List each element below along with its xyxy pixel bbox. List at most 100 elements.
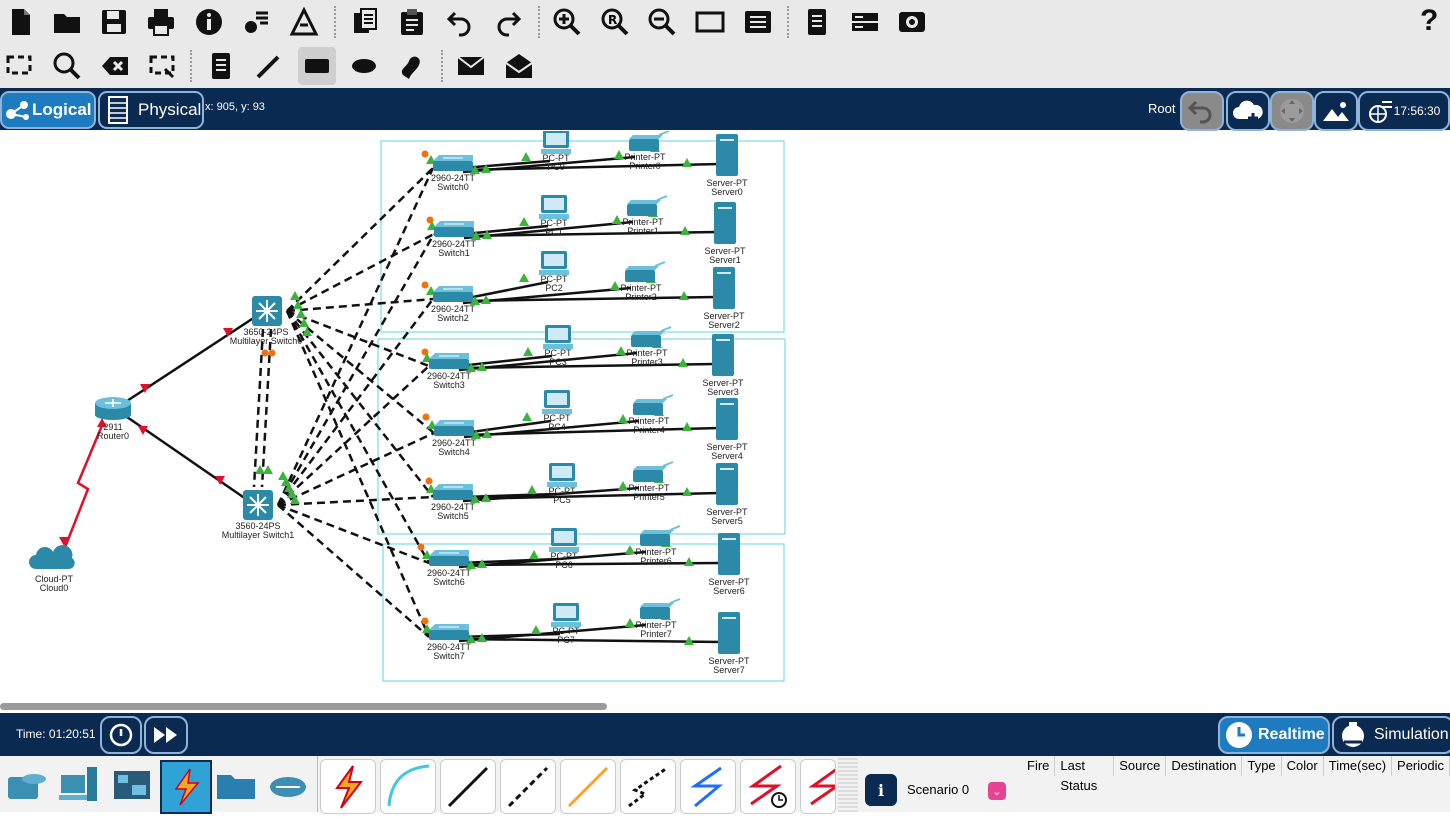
draw-rectangle-icon[interactable] [298, 47, 336, 85]
pc-icon[interactable] [551, 603, 581, 627]
save-icon[interactable] [95, 3, 133, 41]
pdu-col-last-status[interactable]: Last Status [1055, 756, 1115, 793]
switch-icon[interactable] [429, 353, 469, 369]
activity-wizard-icon[interactable] [285, 3, 323, 41]
miscellaneous-icon[interactable] [212, 760, 260, 810]
scenario-dropdown-icon[interactable]: ⌄ [988, 782, 1006, 800]
crossover-link[interactable] [276, 233, 436, 506]
switch-icon[interactable] [429, 624, 469, 640]
crossover-link[interactable] [286, 297, 434, 313]
pc-icon[interactable] [547, 463, 577, 487]
inspect-icon[interactable] [48, 47, 86, 85]
crossover-link[interactable] [286, 310, 435, 434]
serial-dte-icon[interactable] [800, 759, 836, 814]
pc-icon[interactable] [543, 325, 573, 349]
server-icon[interactable] [712, 334, 734, 376]
phone-cable-icon[interactable] [620, 759, 676, 814]
zoom-in-icon[interactable] [548, 3, 586, 41]
network-info-icon[interactable] [238, 3, 276, 41]
straight-link[interactable] [458, 637, 722, 644]
new-cluster-button[interactable] [1226, 91, 1270, 131]
undo-icon[interactable] [441, 3, 479, 41]
network-devices-icon[interactable] [2, 760, 50, 810]
select-icon[interactable] [0, 47, 38, 85]
connections-icon[interactable] [160, 760, 212, 814]
pc-icon[interactable] [549, 528, 579, 552]
printer-icon[interactable] [640, 598, 681, 619]
pdu-col-source[interactable]: Source [1114, 756, 1167, 776]
crossover-link[interactable] [277, 495, 434, 507]
pc-icon[interactable] [539, 195, 569, 219]
freeform-icon[interactable] [393, 47, 431, 85]
scenario-select[interactable]: Scenario 0 [907, 782, 969, 797]
open-folder-icon[interactable] [48, 3, 86, 41]
printer-icon[interactable] [633, 394, 674, 415]
bar-splitter[interactable] [838, 756, 858, 812]
copper-straight-through-icon[interactable] [440, 759, 496, 814]
draw-ellipse-icon[interactable] [345, 47, 383, 85]
switch-icon[interactable] [434, 420, 474, 436]
crossover-link[interactable] [285, 310, 431, 564]
copy-icon[interactable] [346, 3, 384, 41]
pdu-col-color[interactable]: Color [1282, 756, 1324, 776]
list-view-icon[interactable] [739, 3, 777, 41]
pdu-col-time[interactable]: Time(sec) [1324, 756, 1393, 776]
power-cycle-button[interactable] [100, 716, 142, 754]
simulation-button[interactable]: Simulation [1332, 716, 1450, 754]
pdu-col-type[interactable]: Type [1242, 756, 1282, 776]
zoom-out-icon[interactable] [643, 3, 681, 41]
switch-icon[interactable] [429, 550, 469, 566]
pdu-col-destination[interactable]: Destination [1166, 756, 1243, 776]
notes-icon[interactable] [798, 3, 836, 41]
zoom-reset-icon[interactable]: R [596, 3, 634, 41]
camera-icon[interactable] [893, 3, 931, 41]
automatic-connection-icon[interactable] [320, 759, 376, 814]
straight-link[interactable] [463, 426, 720, 437]
back-button[interactable] [1180, 91, 1224, 131]
crossover-link[interactable] [286, 232, 435, 313]
server-icon[interactable] [714, 202, 736, 244]
redo-icon[interactable] [489, 3, 527, 41]
multilayer-switch-icon[interactable] [243, 490, 273, 520]
printer-icon[interactable] [631, 326, 672, 347]
background-image-button[interactable] [1314, 91, 1358, 131]
server-icon[interactable] [716, 134, 738, 176]
resize-icon[interactable] [143, 47, 181, 85]
server-icon[interactable] [716, 398, 738, 440]
delete-icon[interactable] [96, 47, 134, 85]
pdu-col-fire[interactable]: Fire [1022, 756, 1056, 776]
crossover-link[interactable] [277, 504, 430, 638]
multiuser-icon[interactable] [264, 760, 312, 810]
simple-pdu-icon[interactable] [452, 47, 490, 85]
printer-icon[interactable] [625, 261, 666, 282]
server-icon[interactable] [718, 533, 740, 575]
pc-icon[interactable] [542, 390, 572, 414]
console-cable-icon[interactable] [380, 759, 436, 814]
help-icon[interactable]: ? [1420, 4, 1438, 38]
printer-icon[interactable] [633, 461, 674, 482]
cloud-icon[interactable] [29, 545, 75, 570]
server-icon[interactable] [718, 612, 740, 654]
complex-pdu-icon[interactable] [500, 47, 538, 85]
pdu-col-periodic[interactable]: Periodic [1392, 756, 1450, 776]
multilayer-switch-icon[interactable] [252, 296, 282, 326]
logical-workspace[interactable]: 2960-24TT Switch0 PC-PT PC0 Printer-PT Printe… [0, 131, 1450, 713]
print-icon[interactable] [142, 3, 180, 41]
draw-line-icon[interactable] [250, 47, 288, 85]
realtime-button[interactable]: Realtime [1218, 716, 1330, 754]
info-icon[interactable] [190, 3, 228, 41]
move-object-button[interactable] [1270, 91, 1314, 131]
paste-icon[interactable] [393, 3, 431, 41]
logical-tab[interactable]: Logical [0, 91, 96, 129]
device-rack-icon[interactable] [846, 3, 884, 41]
window-icon[interactable] [691, 3, 729, 41]
router-icon[interactable] [95, 397, 131, 420]
copper-cross-over-icon[interactable] [500, 759, 556, 814]
serial-dce-icon[interactable] [740, 759, 796, 814]
pc-icon[interactable] [541, 131, 571, 154]
crossover-link[interactable] [277, 365, 430, 506]
server-icon[interactable] [716, 463, 738, 505]
pc-icon[interactable] [539, 251, 569, 275]
new-file-icon[interactable] [2, 3, 40, 41]
switch-icon[interactable] [433, 155, 473, 171]
